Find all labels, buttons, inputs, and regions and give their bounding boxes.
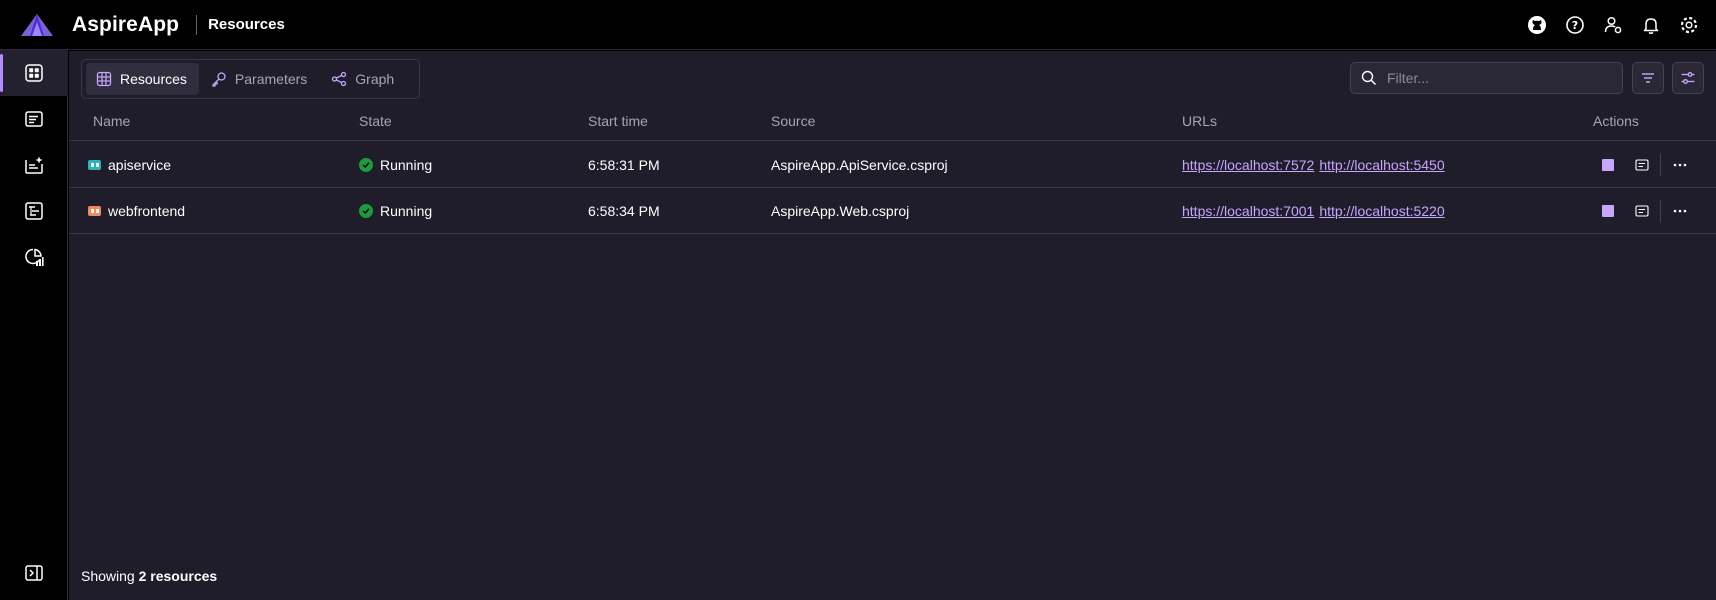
resource-name-cell: webfrontend [88,188,185,234]
aspire-dashboard: AspireApp Resources ? Resources Paramete… [0,0,1716,600]
view-tabs: Resources Parameters Graph [81,59,420,99]
user-settings-icon[interactable] [1600,12,1626,38]
running-check-icon [359,158,373,172]
help-icon[interactable]: ? [1562,12,1588,38]
console-icon [1635,159,1649,171]
table-row[interactable]: apiservice Running 6:58:31 PM AspireApp.… [69,142,1716,188]
column-header-source[interactable]: Source [771,101,815,141]
main-content: Resources Parameters Graph Name State [69,51,1716,600]
stop-button[interactable] [1597,201,1619,221]
actions-divider [1660,154,1661,176]
filter-options-button[interactable] [1632,62,1664,94]
notifications-icon[interactable] [1638,12,1664,38]
url-link[interactable]: https://localhost:7001 [1182,203,1314,219]
app-name[interactable]: AspireApp [72,13,179,37]
sidebar-nav [0,50,68,600]
source-cell: AspireApp.ApiService.csproj [771,157,948,173]
options-icon [1681,72,1695,84]
page-title: Resources [208,16,285,33]
filter-icon [1642,73,1654,83]
column-header-state[interactable]: State [359,101,392,141]
aspire-logo-icon[interactable] [20,13,54,37]
structured-logs-icon [25,156,43,174]
state-cell: Running [359,188,432,234]
collapse-panel-icon [25,565,43,581]
tab-resources[interactable]: Resources [86,63,199,95]
sidebar-item-structured-logs[interactable] [0,142,68,188]
stop-icon [1602,205,1614,217]
sidebar-item-resources[interactable] [0,50,68,96]
tab-label: Resources [120,71,187,87]
more-actions-button[interactable] [1669,155,1691,175]
table-header: Name State Start time Source URLs Action… [69,101,1716,141]
state-cell: Running [359,142,432,188]
column-header-urls[interactable]: URLs [1182,101,1217,141]
resource-name[interactable]: apiservice [108,157,171,173]
urls-cell: https://localhost:7001 http://localhost:… [1182,188,1450,234]
key-icon [212,72,226,87]
sidebar-item-traces[interactable] [0,188,68,234]
resource-name[interactable]: webfrontend [108,203,185,219]
sidebar-collapse-button[interactable] [0,550,68,596]
top-header: AspireApp Resources ? [0,0,1716,50]
running-check-icon [359,204,373,218]
url-link[interactable]: https://localhost:7572 [1182,157,1314,173]
start-time-cell: 6:58:34 PM [588,203,660,219]
metrics-icon [25,248,44,266]
column-header-actions: Actions [1593,113,1639,129]
table-icon [96,71,112,87]
column-header-name[interactable]: Name [93,101,130,141]
svg-text:?: ? [1572,19,1578,32]
state-text: Running [380,157,433,173]
settings-icon[interactable] [1676,12,1702,38]
traces-icon [25,202,43,220]
github-icon[interactable] [1524,12,1550,38]
more-actions-button[interactable] [1669,201,1691,221]
console-icon [1635,205,1649,217]
tab-label: Parameters [234,71,308,87]
tab-graph[interactable]: Graph [321,63,406,95]
view-logs-button[interactable] [1631,201,1653,221]
view-logs-button[interactable] [1631,155,1653,175]
footer-count: 2 resources [138,568,218,584]
column-settings-button[interactable] [1672,62,1704,94]
more-horizontal-icon [1673,163,1687,167]
source-cell: AspireApp.Web.csproj [771,203,910,219]
url-link[interactable]: http://localhost:5220 [1319,203,1444,219]
resource-count: Showing 2 resources [81,568,217,584]
filter-box [1350,62,1623,94]
filter-input[interactable] [1387,70,1607,86]
header-divider [196,14,198,35]
project-icon [88,206,101,216]
project-icon [88,160,101,170]
resource-name-cell: apiservice [88,142,171,188]
column-header-start-time[interactable]: Start time [588,101,648,141]
actions-divider [1660,200,1661,222]
url-link[interactable]: http://localhost:5450 [1319,157,1444,173]
header-actions: ? [1524,12,1702,38]
sidebar-item-console-logs[interactable] [0,96,68,142]
state-text: Running [380,203,433,219]
footer-prefix: Showing [81,568,139,584]
search-icon [1361,70,1377,86]
more-horizontal-icon [1673,209,1687,213]
stop-button[interactable] [1597,155,1619,175]
tab-parameters[interactable]: Parameters [201,63,319,95]
graph-icon [332,71,347,87]
console-icon [25,111,43,127]
start-time-cell: 6:58:31 PM [588,157,660,173]
urls-cell: https://localhost:7572 http://localhost:… [1182,142,1450,188]
table-row[interactable]: webfrontend Running 6:58:34 PM AspireApp… [69,188,1716,234]
sidebar-item-metrics[interactable] [0,234,68,280]
grid-icon [25,64,43,82]
tab-label: Graph [355,71,395,87]
stop-icon [1602,159,1614,171]
